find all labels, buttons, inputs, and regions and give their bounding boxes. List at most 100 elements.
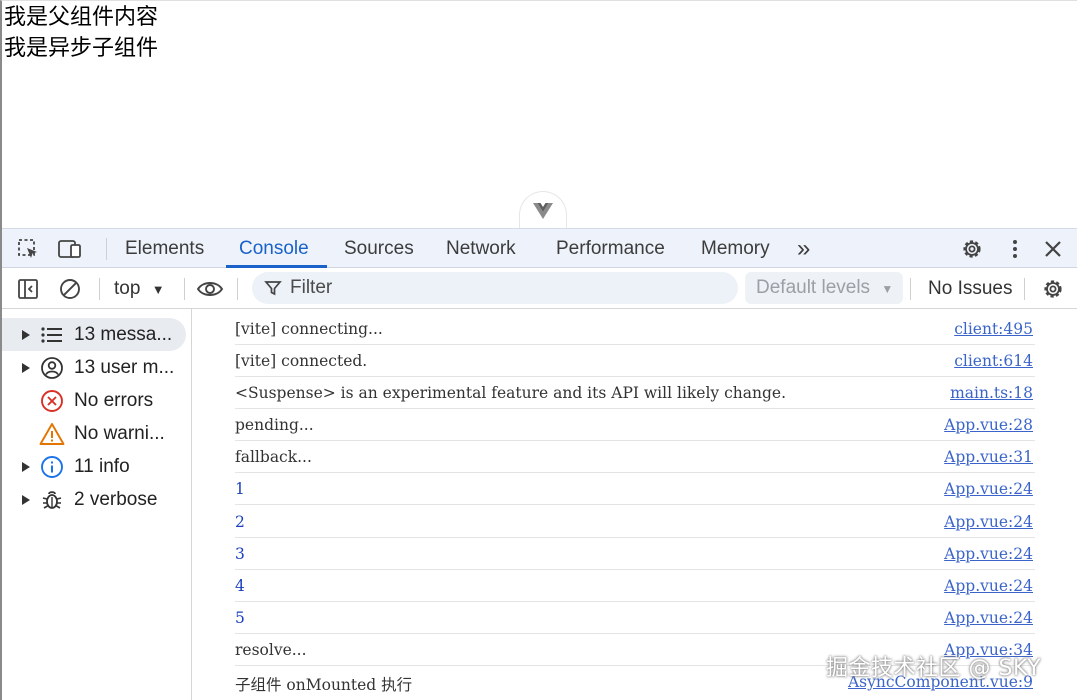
console-row: fallback... App.vue:31: [235, 441, 1035, 473]
gear-icon: [1044, 280, 1062, 298]
sidebar-item-user-messages[interactable]: 13 user m...: [2, 351, 190, 384]
console-source-link[interactable]: main.ts:18: [950, 384, 1033, 402]
console-source-link[interactable]: App.vue:31: [944, 448, 1033, 466]
filter-placeholder: Filter: [290, 277, 333, 298]
console-source-link[interactable]: App.vue:24: [944, 577, 1033, 595]
console-output: [vite] connecting... client:495 [vite] c…: [193, 309, 1077, 700]
tab-elements[interactable]: Elements: [123, 229, 206, 268]
settings-button[interactable]: [959, 236, 985, 262]
inspect-icon: [18, 239, 37, 258]
console-source-link[interactable]: client:614: [954, 352, 1033, 370]
console-source-link[interactable]: App.vue:24: [944, 609, 1033, 627]
console-source-link[interactable]: App.vue:24: [944, 545, 1033, 563]
clear-console-button[interactable]: [56, 275, 84, 303]
console-message: fallback...: [235, 448, 312, 466]
console-row: [vite] connecting... client:495: [235, 313, 1035, 345]
sidebar-item-label: 2 verbose: [74, 488, 158, 510]
console-message: 1: [235, 480, 245, 498]
inspect-element-button[interactable]: [15, 236, 41, 262]
console-row: 3 App.vue:24: [235, 538, 1035, 570]
devtools-panel: Elements Console Sources Network Perform…: [0, 228, 1077, 700]
live-expression-button[interactable]: [196, 275, 224, 303]
toggle-sidebar-button[interactable]: [14, 275, 42, 303]
console-message: resolve...: [235, 641, 307, 659]
tab-sources[interactable]: Sources: [342, 229, 416, 268]
console-source-link[interactable]: App.vue:24: [944, 480, 1033, 498]
user-icon: [38, 356, 66, 380]
toolbar-divider: [910, 278, 911, 300]
more-tabs-button[interactable]: »: [795, 229, 812, 268]
issues-counter[interactable]: No Issues: [928, 274, 1012, 304]
console-row: pending... App.vue:28: [235, 409, 1035, 441]
console-message: [vite] connected.: [235, 352, 368, 370]
list-icon: [38, 325, 66, 345]
sidebar-item-messages[interactable]: 13 messa...: [2, 318, 186, 351]
console-row: 2 App.vue:24: [235, 506, 1035, 538]
sidebar-item-verbose[interactable]: 2 verbose: [2, 483, 190, 516]
console-message: pending...: [235, 416, 314, 434]
device-toolbar-button[interactable]: [57, 236, 83, 262]
filter-input[interactable]: Filter: [252, 272, 738, 304]
warning-icon: [38, 422, 66, 446]
sidebar-item-info[interactable]: 11 info: [2, 450, 190, 483]
console-message: 2: [235, 513, 245, 531]
sidebar-item-warnings[interactable]: No warni...: [2, 417, 190, 450]
sidebar-item-label: No errors: [74, 389, 154, 411]
async-child-text: 我是异步子组件: [4, 36, 159, 61]
sidebar-item-label: 13 messa...: [74, 323, 173, 345]
page-viewport: 我是父组件内容 我是异步子组件: [0, 0, 1077, 229]
console-message: 4: [235, 577, 245, 595]
console-row: 4 App.vue:24: [235, 570, 1035, 602]
console-row: 1 App.vue:24: [235, 473, 1035, 505]
console-message: <Suspense> is an experimental feature an…: [235, 384, 787, 402]
expand-arrow-icon[interactable]: [14, 362, 38, 374]
toolbar-divider: [1024, 278, 1025, 300]
console-sidebar: 13 messa... 13 user m... No errors No wa…: [2, 309, 192, 700]
console-row: 5 App.vue:24: [235, 602, 1035, 634]
more-vert-icon: [1013, 240, 1017, 258]
dropdown-arrow-icon: ▼: [881, 282, 894, 296]
expand-arrow-icon[interactable]: [14, 329, 38, 341]
close-devtools-button[interactable]: [1040, 236, 1066, 262]
log-levels-dropdown[interactable]: Default levels ▼: [745, 272, 903, 304]
sidebar-item-errors[interactable]: No errors: [2, 384, 190, 417]
clear-icon: [60, 279, 80, 299]
tabbar-divider: [106, 238, 107, 260]
console-settings-button[interactable]: [1039, 275, 1067, 303]
filter-icon: [264, 281, 282, 296]
sidebar-item-label: 13 user m...: [74, 356, 175, 378]
console-message: 子组件 onMounted 执行: [235, 676, 413, 694]
console-toolbar: top ▼ Filter Default levels ▼ No Issues: [2, 268, 1077, 309]
levels-label: Default levels: [756, 277, 871, 298]
tab-network[interactable]: Network: [444, 229, 518, 268]
error-icon: [38, 389, 66, 413]
watermark-text: 掘金技术社区 @ SKY: [826, 656, 1042, 681]
tab-console[interactable]: Console: [237, 229, 311, 268]
sidebar-item-label: 11 info: [74, 455, 130, 477]
console-source-link[interactable]: client:495: [954, 320, 1033, 338]
console-message: 5: [235, 609, 245, 627]
context-selector[interactable]: top ▼: [114, 274, 165, 304]
bug-icon: [38, 488, 66, 512]
console-source-link[interactable]: App.vue:28: [944, 416, 1033, 434]
customize-menu-button[interactable]: [1002, 236, 1028, 262]
tab-memory[interactable]: Memory: [699, 229, 772, 268]
expand-arrow-icon[interactable]: [14, 461, 38, 473]
toolbar-divider: [184, 278, 185, 300]
sidebar-icon: [18, 279, 38, 299]
sidebar-item-label: No warni...: [74, 422, 165, 444]
parent-content-text: 我是父组件内容: [4, 5, 159, 30]
tab-performance[interactable]: Performance: [554, 229, 667, 268]
expand-arrow-icon[interactable]: [14, 494, 38, 506]
vue-devtools-toggle[interactable]: [519, 191, 567, 229]
device-icon: [58, 240, 81, 258]
toolbar-divider: [99, 278, 100, 300]
context-label: top: [114, 278, 141, 299]
toolbar-divider: [237, 278, 238, 300]
console-message: [vite] connecting...: [235, 320, 383, 338]
devtools-tabbar: Elements Console Sources Network Perform…: [2, 228, 1077, 268]
console-source-link[interactable]: App.vue:24: [944, 513, 1033, 531]
vue-logo-icon: [533, 202, 553, 219]
console-row: <Suspense> is an experimental feature an…: [235, 377, 1035, 409]
console-row: [vite] connected. client:614: [235, 345, 1035, 377]
